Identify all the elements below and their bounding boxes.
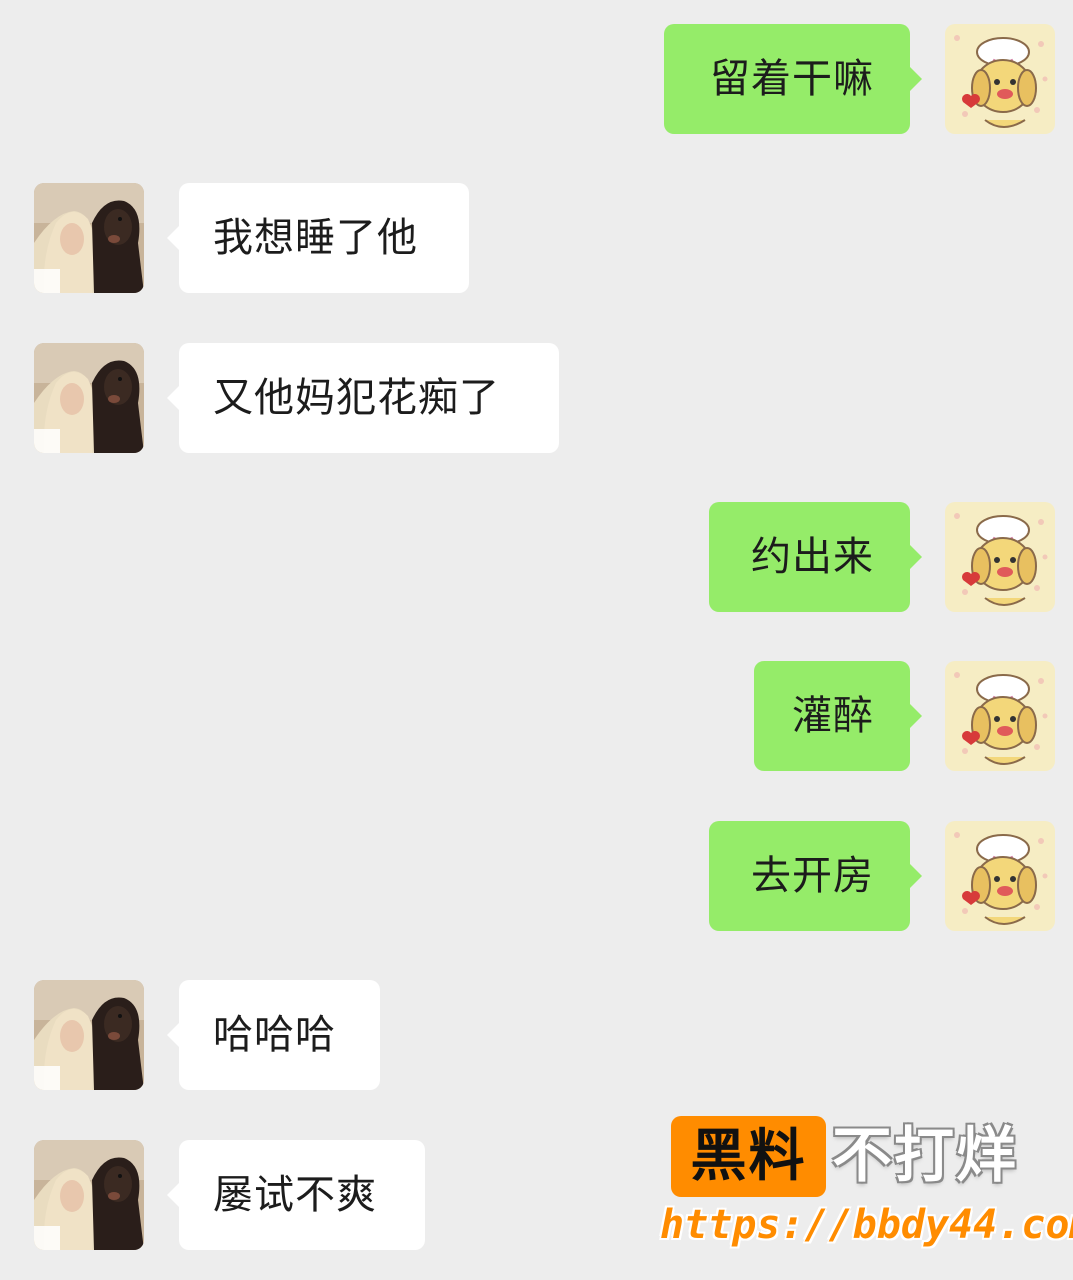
- message-bubble-incoming[interactable]: 又他妈犯花痴了: [167, 343, 559, 453]
- message-bubble-incoming[interactable]: 屡试不爽: [167, 1140, 425, 1250]
- message-text: 哈哈哈: [213, 1012, 336, 1058]
- message-bubble-outgoing[interactable]: 灌醉: [754, 661, 922, 771]
- message-text: 我想睡了他: [213, 215, 418, 261]
- cartoon-dog-avatar[interactable]: [945, 24, 1055, 134]
- watermark-url: https://bbdy44.com: [660, 1202, 1073, 1248]
- girl-with-dog-avatar[interactable]: [34, 980, 144, 1090]
- watermark-text: 不打烊: [832, 1121, 1018, 1191]
- message-text: 留着干嘛: [710, 56, 874, 102]
- message-text: 又他妈犯花痴了: [213, 375, 500, 421]
- cartoon-dog-avatar[interactable]: [945, 821, 1055, 931]
- avatar-image: [945, 502, 1055, 612]
- girl-with-dog-avatar[interactable]: [34, 343, 144, 453]
- avatar-image: [945, 661, 1055, 771]
- avatar-image: [34, 183, 144, 293]
- message-text: 去开房: [751, 853, 874, 899]
- message-bubble-outgoing[interactable]: 去开房: [709, 821, 922, 931]
- message-bubble-outgoing[interactable]: 约出来: [709, 502, 922, 612]
- avatar-image: [945, 24, 1055, 134]
- message-text: 屡试不爽: [213, 1172, 377, 1218]
- cartoon-dog-avatar[interactable]: [945, 661, 1055, 771]
- avatar-image: [34, 980, 144, 1090]
- message-text: 约出来: [751, 534, 874, 580]
- girl-with-dog-avatar[interactable]: [34, 183, 144, 293]
- girl-with-dog-avatar[interactable]: [34, 1140, 144, 1250]
- avatar-image: [34, 343, 144, 453]
- message-bubble-outgoing[interactable]: 留着干嘛: [664, 24, 922, 134]
- message-bubble-incoming[interactable]: 我想睡了他: [167, 183, 469, 293]
- message-bubble-incoming[interactable]: 哈哈哈: [167, 980, 380, 1090]
- watermark-badge: 黑料: [671, 1116, 826, 1197]
- message-text: 灌醉: [792, 693, 874, 739]
- avatar-image: [34, 1140, 144, 1250]
- avatar-image: [945, 821, 1055, 931]
- cartoon-dog-avatar[interactable]: [945, 502, 1055, 612]
